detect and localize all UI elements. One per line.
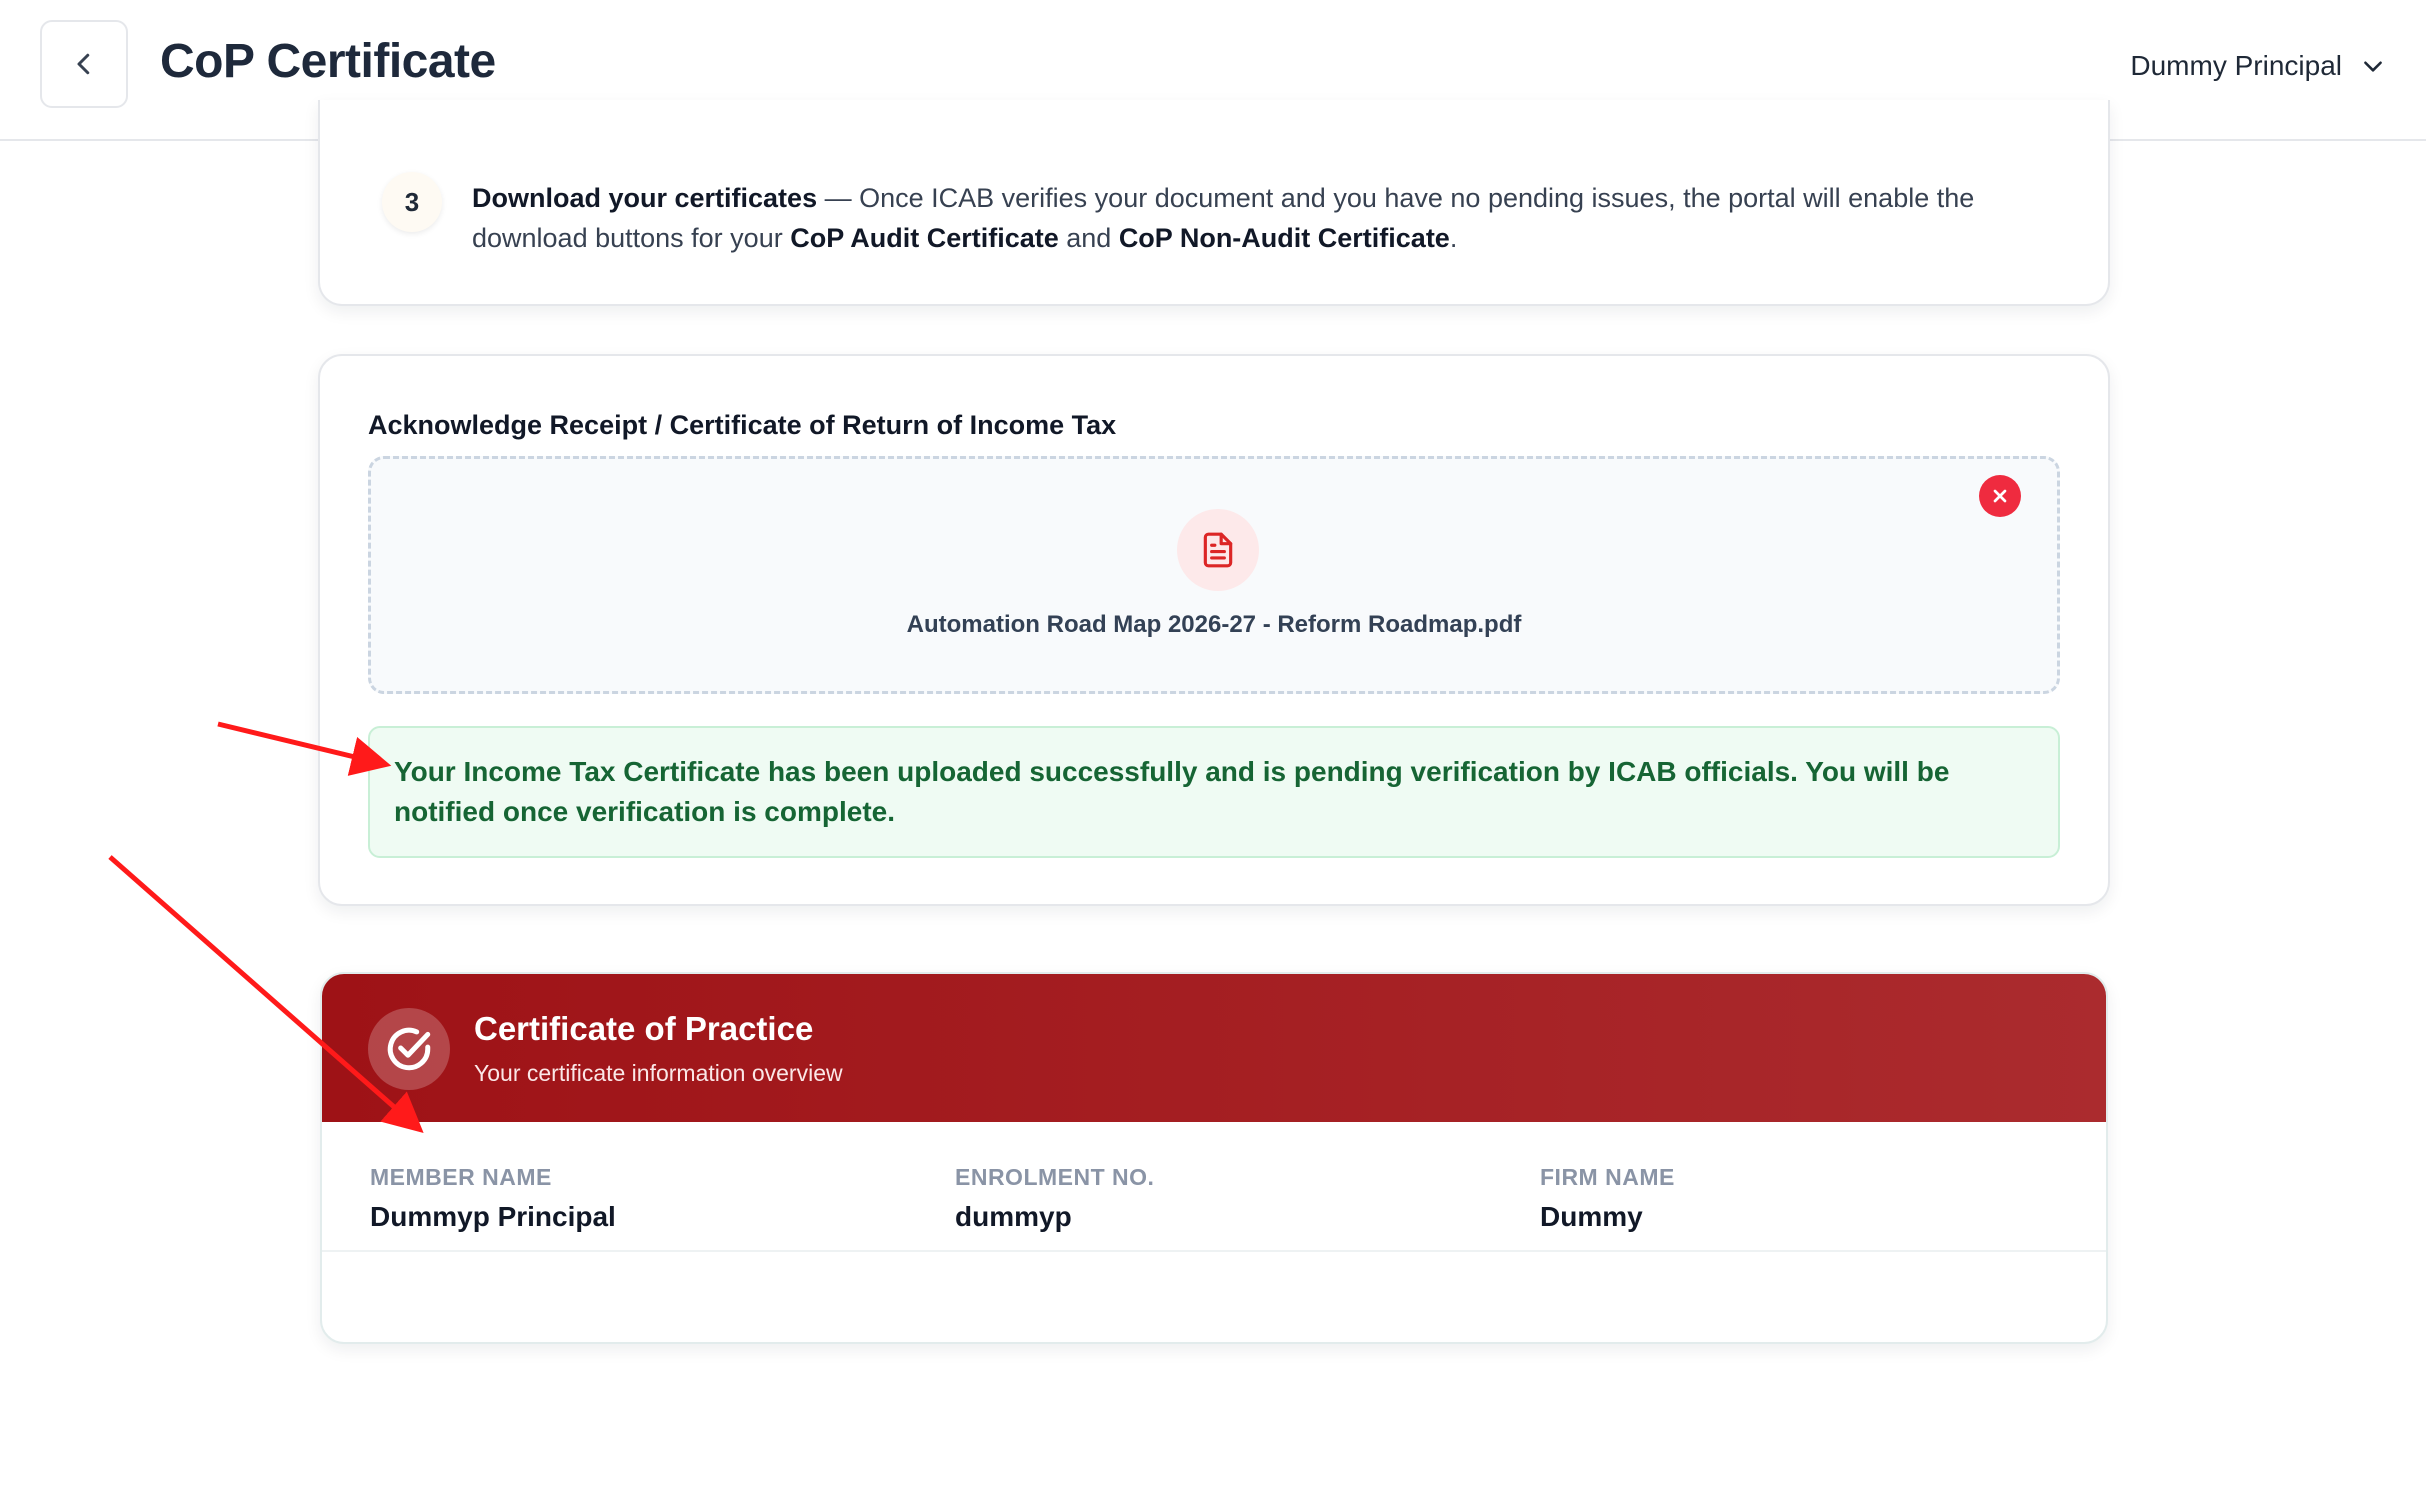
certificate-badge xyxy=(368,1008,450,1090)
member-name-field: MEMBER NAME Dummyp Principal xyxy=(370,1164,616,1233)
income-tax-upload-card: Acknowledge Receipt / Certificate of Ret… xyxy=(318,354,2110,906)
check-circle-icon xyxy=(387,1027,431,1071)
field-value: Dummyp Principal xyxy=(370,1201,616,1232)
file-document-icon xyxy=(1203,532,1233,568)
audit-certificate-name: CoP Audit Certificate xyxy=(790,223,1059,253)
step-text-part: and xyxy=(1058,223,1119,253)
chevron-left-icon xyxy=(77,53,90,75)
file-dropzone[interactable]: Automation Road Map 2026-27 - Reform Roa… xyxy=(368,456,2060,694)
field-label: MEMBER NAME xyxy=(370,1164,552,1190)
remove-file-button[interactable] xyxy=(1979,475,2021,517)
close-icon xyxy=(1993,489,2007,503)
certificate-banner: Certificate of Practice Your certificate… xyxy=(322,974,2106,1122)
field-value: Dummy xyxy=(1540,1201,1643,1232)
chevron-down-icon xyxy=(2364,61,2382,72)
user-menu-dropdown[interactable]: Dummy Principal xyxy=(2130,44,2386,88)
uploaded-file-name: Automation Road Map 2026-27 - Reform Roa… xyxy=(906,611,1522,638)
page-title: CoP Certificate xyxy=(160,35,496,88)
field-label: ENROLMENT NO. xyxy=(955,1164,1155,1190)
certificate-fields: MEMBER NAME Dummyp Principal ENROLMENT N… xyxy=(322,1122,2106,1252)
step-text-part: . xyxy=(1449,223,1458,253)
back-button[interactable] xyxy=(40,20,128,108)
step-number-badge: 3 xyxy=(382,172,442,232)
certificate-title: Certificate of Practice xyxy=(474,1010,814,1047)
non-audit-certificate-name: CoP Non-Audit Certificate xyxy=(1118,223,1450,253)
certificate-of-practice-card: Certificate of Practice Your certificate… xyxy=(320,972,2108,1344)
step-title: Download your certificates xyxy=(472,183,818,213)
step-description: Download your certificates — Once ICAB v… xyxy=(472,178,2032,258)
firm-name-field: FIRM NAME Dummy xyxy=(1540,1164,1675,1233)
certificate-subtitle: Your certificate information overview xyxy=(474,1060,843,1086)
field-label: FIRM NAME xyxy=(1540,1164,1675,1190)
upload-field-label: Acknowledge Receipt / Certificate of Ret… xyxy=(368,410,1117,440)
user-name: Dummy Principal xyxy=(2130,50,2342,81)
enrolment-number-field: ENROLMENT NO. dummyp xyxy=(955,1164,1154,1233)
file-icon-badge xyxy=(1177,509,1259,591)
upload-success-alert: Your Income Tax Certificate has been upl… xyxy=(368,726,2060,858)
instructions-card: 3 Download your certificates — Once ICAB… xyxy=(318,100,2110,306)
field-value: dummyp xyxy=(955,1201,1072,1232)
